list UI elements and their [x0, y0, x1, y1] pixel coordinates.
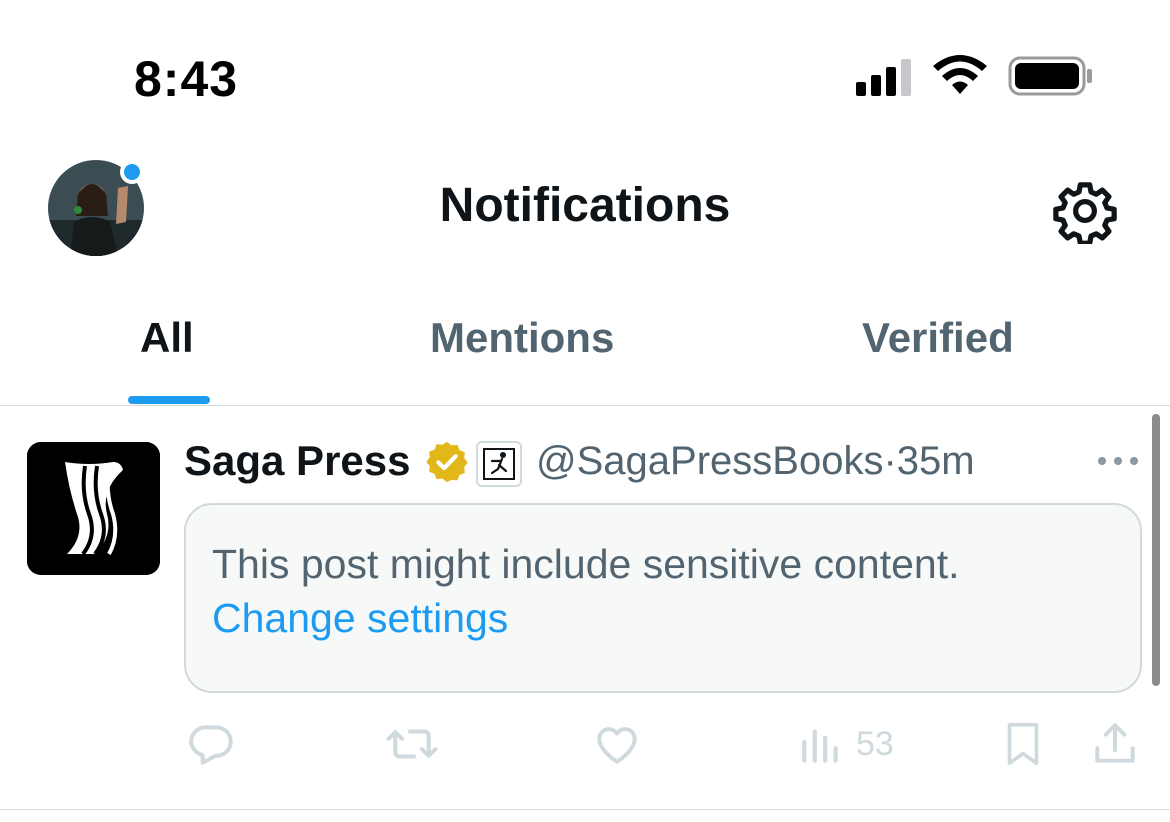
verified-badge-icon	[426, 441, 468, 483]
views-count: 53	[856, 725, 894, 763]
change-settings-link[interactable]: Change settings	[212, 595, 508, 642]
display-name[interactable]: Saga Press	[184, 437, 411, 485]
status-bar: 8:43	[0, 0, 1170, 150]
handle-and-time: @SagaPressBooks·35m	[536, 439, 975, 484]
share-icon[interactable]	[1090, 719, 1140, 769]
sensitive-content-card: This post might include sensitive conten…	[184, 503, 1142, 693]
wifi-icon	[933, 55, 987, 94]
signal-icon	[856, 59, 911, 96]
header: Notifications	[0, 150, 1170, 270]
like-icon[interactable]	[592, 719, 642, 769]
timestamp[interactable]: 35m	[897, 439, 975, 483]
action-bar: 53	[0, 719, 1170, 789]
tab-verified[interactable]: Verified	[862, 314, 1014, 362]
active-tab-indicator	[128, 396, 210, 404]
status-time: 8:43	[134, 51, 239, 107]
emoji-badge-icon	[476, 441, 522, 487]
account-logo[interactable]	[27, 442, 160, 575]
more-icon[interactable]	[1094, 447, 1142, 475]
reply-icon[interactable]	[186, 719, 236, 769]
views-icon	[802, 729, 838, 763]
page-title: Notifications	[439, 179, 731, 232]
separator: ·	[883, 439, 897, 483]
tab-mentions[interactable]: Mentions	[430, 314, 614, 362]
bookmark-icon[interactable]	[998, 719, 1048, 769]
repost-icon[interactable]	[384, 719, 440, 769]
tab-all[interactable]: All	[140, 314, 194, 362]
tab-bar: All Mentions Verified	[0, 290, 1170, 406]
handle[interactable]: @SagaPressBooks	[536, 439, 883, 483]
scrollbar[interactable]	[1152, 414, 1160, 686]
gear-icon	[1053, 182, 1117, 246]
sensitive-notice: This post might include sensitive conten…	[212, 541, 960, 587]
settings-button[interactable]	[1052, 178, 1118, 246]
notification-item[interactable]: Saga Press @SagaPressBooks·35m This post…	[0, 407, 1170, 810]
battery-icon	[1008, 56, 1092, 96]
views-button[interactable]: 53	[796, 719, 894, 769]
